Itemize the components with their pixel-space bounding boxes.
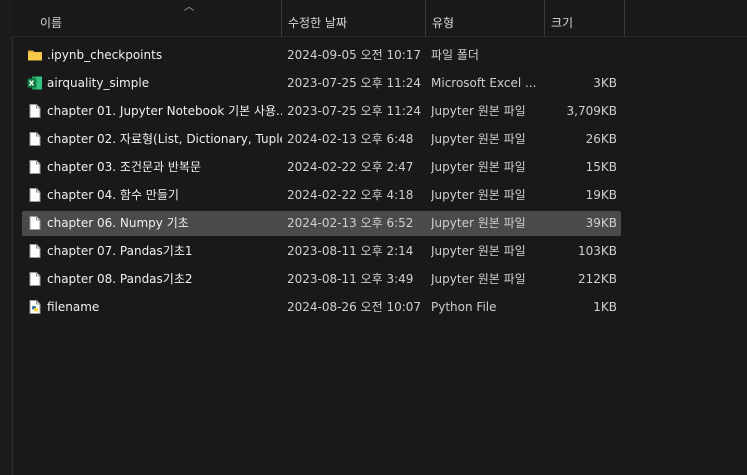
python-file-icon — [27, 299, 43, 315]
file-row[interactable]: chapter 01. Jupyter Notebook 기본 사용... 20… — [22, 99, 621, 124]
document-icon — [27, 131, 43, 147]
file-modified: 2024-02-13 오후 6:52 — [287, 216, 414, 230]
column-header-bar: 이름 ︿ 수정한 날짜 유형 크기 — [12, 0, 747, 37]
column-header-type-label: 유형 — [432, 16, 455, 30]
file-size: 19KB — [585, 188, 617, 202]
file-type: Jupyter 원본 파일 — [431, 132, 526, 146]
file-row[interactable]: chapter 07. Pandas기초1 2023-08-11 오후 2:14… — [22, 239, 621, 264]
file-size — [547, 43, 617, 68]
file-type: Jupyter 원본 파일 — [431, 188, 526, 202]
file-type: 파일 폴더 — [431, 48, 479, 62]
column-header-size-label: 크기 — [551, 16, 574, 30]
file-row-selected[interactable]: chapter 06. Numpy 기초 2024-02-13 오후 6:52 … — [22, 211, 621, 236]
file-name: chapter 06. Numpy 기초 — [47, 216, 189, 230]
file-type: Jupyter 원본 파일 — [431, 216, 526, 230]
document-icon — [27, 103, 43, 119]
file-size: 3,709KB — [566, 104, 617, 118]
file-name: chapter 01. Jupyter Notebook 기본 사용... — [47, 104, 282, 118]
file-type: Jupyter 원본 파일 — [431, 272, 526, 286]
file-name: chapter 07. Pandas기초1 — [47, 244, 193, 258]
file-name: chapter 04. 함수 만들기 — [47, 188, 179, 202]
file-modified: 2024-02-22 오후 4:18 — [287, 188, 414, 202]
sort-ascending-icon: ︿ — [184, 2, 194, 13]
file-type: Python File — [431, 300, 497, 314]
file-modified: 2023-08-11 오후 3:49 — [287, 272, 414, 286]
excel-icon — [27, 75, 43, 91]
file-row[interactable]: chapter 02. 자료형(List, Dictionary, Tuple)… — [22, 127, 621, 152]
file-size: 103KB — [577, 244, 617, 258]
document-icon — [27, 215, 43, 231]
folder-icon — [27, 47, 43, 63]
column-header-modified[interactable]: 수정한 날짜 — [281, 0, 425, 36]
file-modified: 2024-02-13 오후 6:48 — [287, 132, 414, 146]
file-row[interactable]: chapter 03. 조건문과 반복문 2024-02-22 오후 2:47 … — [22, 155, 621, 180]
file-row[interactable]: filename 2024-08-26 오전 10:07 Python File… — [22, 295, 621, 320]
file-type: Jupyter 원본 파일 — [431, 160, 526, 174]
column-header-type[interactable]: 유형 — [425, 0, 544, 36]
column-header-modified-label: 수정한 날짜 — [288, 16, 348, 30]
column-header-name[interactable]: 이름 ︿ — [34, 0, 281, 36]
file-modified: 2024-09-05 오전 10:17 — [287, 48, 422, 62]
document-icon — [27, 243, 43, 259]
file-name: filename — [47, 300, 100, 314]
file-type: Microsoft Excel ... — [431, 76, 537, 90]
file-size: 26KB — [585, 132, 617, 146]
navigation-pane-edge — [0, 0, 13, 475]
file-name: .ipynb_checkpoints — [47, 48, 163, 62]
file-modified: 2023-07-25 오후 11:24 — [287, 76, 422, 90]
file-size: 1KB — [593, 300, 617, 314]
file-size: 212KB — [577, 272, 617, 286]
document-icon — [27, 187, 43, 203]
file-name: chapter 02. 자료형(List, Dictionary, Tuple) — [47, 132, 282, 146]
file-row[interactable]: chapter 08. Pandas기초2 2023-08-11 오후 3:49… — [22, 267, 621, 292]
file-name: chapter 03. 조건문과 반복문 — [47, 160, 202, 174]
document-icon — [27, 271, 43, 287]
file-name: chapter 08. Pandas기초2 — [47, 272, 193, 286]
file-modified: 2024-02-22 오후 2:47 — [287, 160, 414, 174]
file-modified: 2023-07-25 오후 11:24 — [287, 104, 422, 118]
file-type: Jupyter 원본 파일 — [431, 244, 526, 258]
file-modified: 2023-08-11 오후 2:14 — [287, 244, 414, 258]
file-explorer: 이름 ︿ 수정한 날짜 유형 크기 .ipynb_checkpoints 202… — [0, 0, 747, 475]
column-header-name-label: 이름 — [40, 16, 63, 30]
file-row[interactable]: .ipynb_checkpoints 2024-09-05 오전 10:17 파… — [22, 43, 621, 68]
file-type: Jupyter 원본 파일 — [431, 104, 526, 118]
file-size: 39KB — [585, 216, 617, 230]
file-size: 3KB — [593, 76, 617, 90]
file-name: airquality_simple — [47, 76, 150, 90]
column-header-size[interactable]: 크기 — [544, 0, 625, 36]
file-row[interactable]: chapter 04. 함수 만들기 2024-02-22 오후 4:18 Ju… — [22, 183, 621, 208]
document-icon — [27, 159, 43, 175]
file-modified: 2024-08-26 오전 10:07 — [287, 300, 422, 314]
file-size: 15KB — [585, 160, 617, 174]
file-row[interactable]: airquality_simple 2023-07-25 오후 11:24 Mi… — [22, 71, 621, 96]
